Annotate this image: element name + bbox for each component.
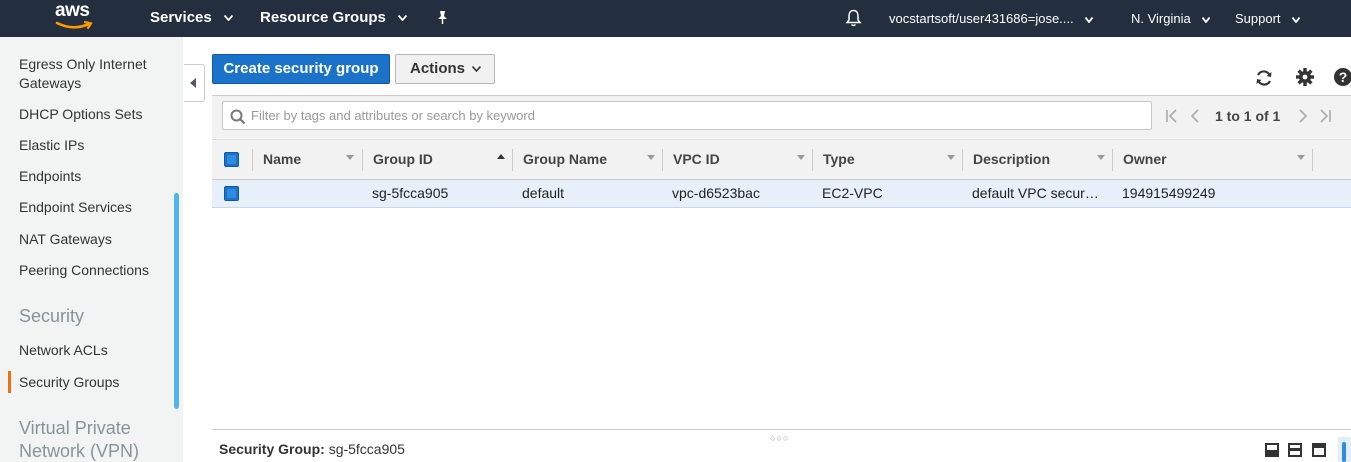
chevron-down-icon (1292, 16, 1301, 23)
cell-group-id: sg-5fcca905 (372, 185, 449, 201)
sidebar-item-security-groups[interactable]: Security Groups (19, 373, 169, 392)
sidebar-item-endpoint-services[interactable]: Endpoint Services (19, 198, 169, 217)
sort-ascending-icon (497, 154, 505, 159)
column-header-group-id[interactable]: Group ID (363, 140, 513, 180)
sidebar-item-nat-gateways[interactable]: NAT Gateways (19, 230, 169, 249)
sort-icon (346, 155, 354, 160)
column-header-label: Owner (1123, 151, 1167, 167)
sidebar-heading-security: Security (19, 306, 85, 326)
next-page-icon[interactable] (1298, 106, 1308, 126)
search-icon (230, 109, 246, 125)
sidebar-scrollbar[interactable] (174, 193, 179, 409)
column-header-vpc-id[interactable]: VPC ID (663, 140, 813, 180)
table-row[interactable]: sg-5fcca905 default vpc-d6523bac EC2-VPC… (212, 180, 1351, 208)
row-select-checkbox[interactable] (224, 186, 239, 201)
sidebar-item-elastic-ips[interactable]: Elastic IPs (19, 136, 169, 155)
region-menu[interactable]: N. Virginia (1131, 11, 1211, 26)
chevron-down-icon (1085, 16, 1094, 23)
account-menu[interactable]: vocstartsoft/user431686=jose.... (889, 11, 1094, 26)
gear-icon[interactable] (1295, 67, 1315, 87)
sort-icon (1297, 155, 1305, 160)
first-page-icon[interactable] (1165, 106, 1179, 126)
services-label: Services (150, 9, 212, 26)
sort-icon (1097, 155, 1105, 160)
column-header-label: Name (263, 151, 302, 167)
sidebar-item-peering-connections[interactable]: Peering Connections (19, 261, 169, 280)
region-label: N. Virginia (1131, 11, 1191, 26)
bell-icon[interactable] (845, 9, 862, 27)
select-all-checkbox[interactable] (224, 152, 239, 167)
pin-icon[interactable] (436, 10, 449, 25)
resize-handle[interactable]: ○○○ (770, 433, 789, 443)
aws-logo-text: aws (55, 0, 90, 21)
column-header-label: Description (973, 151, 1051, 167)
filter-search-input[interactable] (251, 105, 1141, 126)
detail-pane-title: Security Group: sg-5fcca905 (219, 441, 405, 457)
column-header-description[interactable]: Description (963, 140, 1113, 180)
caret-left-icon (190, 78, 196, 88)
column-separator (1312, 149, 1313, 171)
previous-page-icon[interactable] (1190, 106, 1200, 126)
cell-description: default VPC secur… (972, 185, 1099, 201)
sidebar: Egress Only Internet Gateways DHCP Optio… (0, 37, 183, 462)
sort-icon (947, 155, 955, 160)
filter-search-box[interactable] (222, 101, 1152, 130)
collapse-sidebar-button[interactable] (184, 64, 205, 102)
chevron-down-icon (1202, 16, 1211, 23)
sidebar-item-egress-only-internet-gateways[interactable]: Egress Only Internet Gateways (19, 55, 169, 93)
actions-dropdown-button[interactable]: Actions (395, 54, 495, 84)
cell-type: EC2-VPC (822, 185, 883, 201)
aws-smile-icon (55, 20, 93, 30)
column-header-name[interactable]: Name (253, 140, 363, 180)
refresh-icon[interactable] (1254, 68, 1274, 88)
actions-label: Actions (410, 60, 466, 77)
sort-icon (647, 155, 655, 160)
layout-full-pane-icon[interactable] (1312, 443, 1326, 457)
cell-vpc-id: vpc-d6523bac (672, 185, 760, 201)
support-menu[interactable]: Support (1235, 11, 1301, 26)
cell-owner: 194915499249 (1122, 185, 1216, 201)
column-header-label: VPC ID (673, 151, 720, 167)
layout-split-pane-icon[interactable] (1288, 443, 1302, 457)
last-page-icon[interactable] (1318, 106, 1332, 126)
column-header-label: Type (823, 151, 855, 167)
detail-label: Security Group: (219, 441, 325, 457)
layout-bottom-pane-icon[interactable] (1265, 443, 1279, 457)
column-header-group-name[interactable]: Group Name (513, 140, 663, 180)
resource-groups-label: Resource Groups (260, 9, 386, 26)
resource-groups-menu[interactable]: Resource Groups (260, 9, 408, 26)
pagination-text: 1 to 1 of 1 (1215, 108, 1281, 124)
cell-group-name: default (522, 185, 565, 201)
sidebar-item-endpoints[interactable]: Endpoints (19, 167, 169, 186)
support-label: Support (1235, 11, 1281, 26)
account-label: vocstartsoft/user431686=jose.... (889, 11, 1074, 26)
detail-value: sg-5fcca905 (328, 441, 405, 457)
sidebar-item-network-acls[interactable]: Network ACLs (19, 341, 169, 360)
create-security-group-button[interactable]: Create security group (212, 54, 390, 84)
services-menu[interactable]: Services (150, 9, 233, 26)
help-icon[interactable]: ? (1333, 67, 1351, 87)
sort-icon (797, 155, 805, 160)
detail-scrollbar[interactable] (1338, 437, 1351, 462)
sidebar-item-dhcp-options-sets[interactable]: DHCP Options Sets (19, 105, 169, 124)
table-header: Name Group ID Group Name VPC ID Type Des… (212, 139, 1351, 180)
active-item-indicator (8, 371, 11, 393)
column-header-label: Group Name (523, 151, 608, 167)
sidebar-heading-vpn: Virtual Private Network (VPN) (19, 418, 140, 461)
aws-logo[interactable]: aws (55, 0, 97, 33)
detail-pane-divider (212, 429, 1351, 430)
column-header-label: Group ID (373, 151, 433, 167)
top-navigation-bar: aws Services Resource Groups vocstartsof… (0, 0, 1351, 37)
chevron-down-icon (398, 15, 408, 22)
column-header-owner[interactable]: Owner (1113, 140, 1313, 180)
chevron-down-icon (472, 66, 481, 72)
chevron-down-icon (223, 15, 233, 22)
svg-text:?: ? (1339, 69, 1348, 85)
column-header-type[interactable]: Type (813, 140, 963, 180)
